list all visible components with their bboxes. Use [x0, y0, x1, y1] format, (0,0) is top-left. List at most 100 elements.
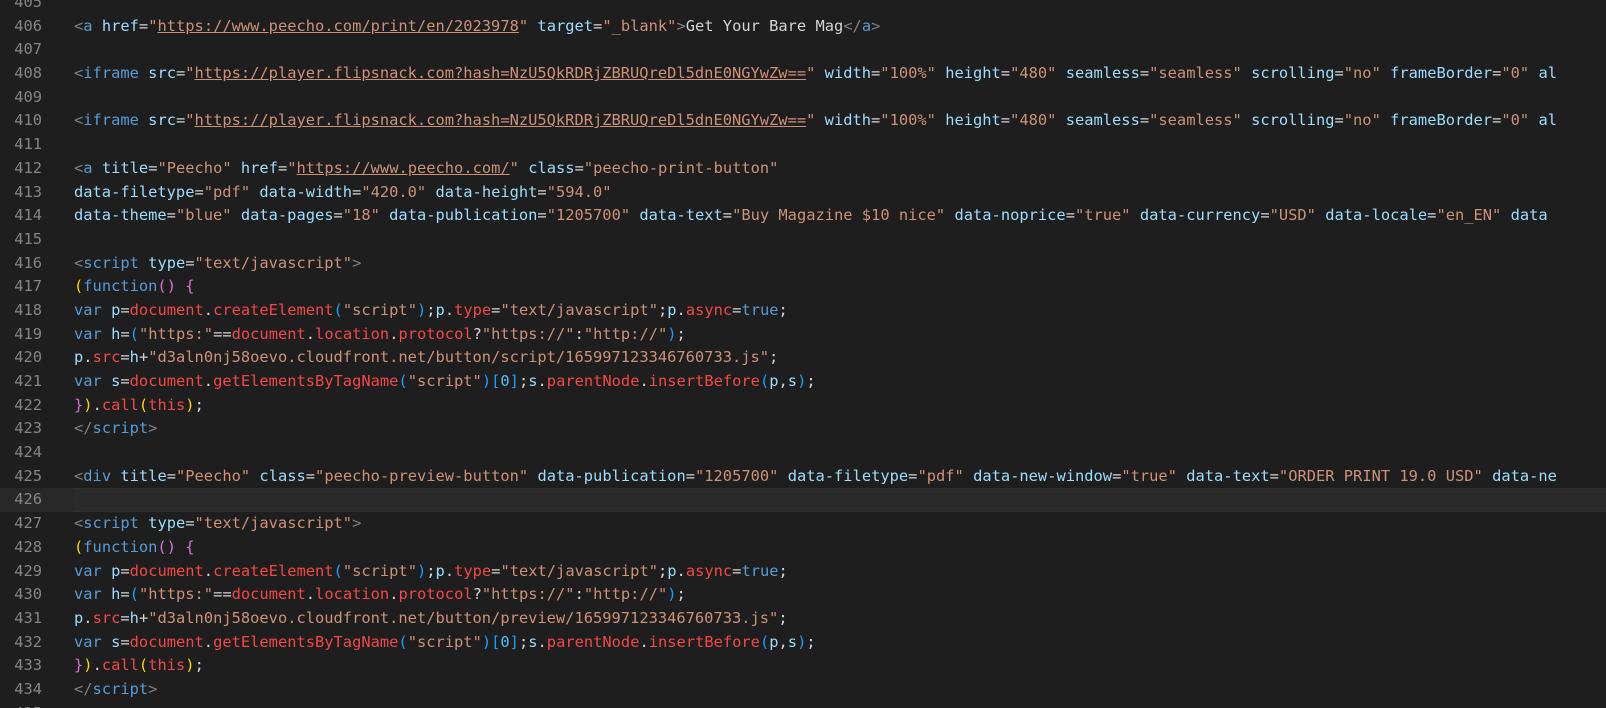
code-token: var: [74, 585, 102, 604]
code-text: }).call(this);: [74, 654, 204, 678]
code-token: parentNode: [546, 632, 640, 651]
code-line[interactable]: 406 <a href="https://www.peecho.com/print…: [0, 15, 1606, 39]
code-line[interactable]: 415: [0, 228, 1606, 252]
code-token: (: [398, 632, 408, 651]
code-line[interactable]: 412 <a title="Peecho" href="https://www.p…: [0, 157, 1606, 181]
code-token: "seamless": [1149, 64, 1242, 83]
code-token: "http://": [583, 324, 668, 343]
code-token: "0": [1501, 64, 1530, 83]
code-line[interactable]: 425 <div title="Peecho" class="peecho-pre…: [0, 465, 1606, 489]
code-text: <iframe src="https://player.flipsnack.co…: [74, 109, 1557, 133]
code-token: ;: [518, 372, 529, 390]
code-token: "true": [1121, 466, 1177, 485]
code-line[interactable]: 417 (function() {: [0, 275, 1606, 299]
code-line[interactable]: 434 </script>: [0, 678, 1606, 702]
code-token: "Peecho": [157, 158, 232, 177]
code-token: </: [843, 16, 862, 35]
code-token: document: [231, 324, 306, 343]
code-token: =: [120, 561, 130, 580]
code-token: data: [1510, 206, 1548, 225]
code-token: {: [185, 537, 195, 556]
code-token: ;: [778, 561, 788, 580]
code-token: .: [305, 324, 316, 343]
code-token: h: [129, 608, 139, 627]
code-line[interactable]: 423 </script>: [0, 417, 1606, 441]
code-token: data-filetype: [787, 466, 909, 485]
code-token: async: [685, 300, 733, 319]
code-line[interactable]: 431 p.src=h+"d3aln0nj58oevo.cloudfront.ne…: [0, 607, 1606, 631]
code-line[interactable]: 426: [0, 488, 1606, 513]
code-token: =: [352, 182, 362, 201]
code-token: ): [416, 300, 427, 319]
line-number: 418: [14, 300, 42, 319]
code-line[interactable]: 420 p.src=h+"d3aln0nj58oevo.cloudfront.ne…: [0, 346, 1606, 370]
line-number: 405: [14, 0, 42, 11]
code-token: =: [1260, 206, 1270, 225]
code-token: title: [101, 158, 149, 177]
line-number: 428: [14, 537, 42, 556]
code-line[interactable]: 414 data-theme="blue" data-pages="18" dat…: [0, 204, 1606, 228]
code-token: a: [83, 158, 93, 177]
code-line[interactable]: 429 var p=document.createElement("script"…: [0, 560, 1606, 584]
code-token: ;: [769, 348, 779, 367]
code-line[interactable]: 407: [0, 38, 1606, 62]
code-token: :: [574, 585, 584, 604]
code-line[interactable]: 432 var s=document.getElementsByTagName("…: [0, 631, 1606, 655]
line-number: 406: [14, 16, 42, 35]
code-line[interactable]: 411: [0, 133, 1606, 157]
code-token: ): [797, 372, 807, 390]
code-text: (function() {: [74, 536, 195, 560]
code-token: .: [676, 561, 686, 580]
code-line[interactable]: 410 <iframe src="https://player.flipsnack…: [0, 109, 1606, 133]
code-line[interactable]: 422}).call(this);: [0, 394, 1606, 418]
code-token: =: [722, 206, 733, 225]
line-number: 427: [14, 514, 42, 533]
code-line[interactable]: 424: [0, 441, 1606, 465]
code-token: script: [83, 253, 139, 272]
code-token: "text/javascript": [500, 561, 658, 580]
code-line[interactable]: 435: [0, 702, 1606, 708]
code-token: ): [416, 561, 427, 580]
line-number: 420: [14, 348, 42, 367]
code-line[interactable]: 408 <iframe src="https://player.flipsnack…: [0, 62, 1606, 86]
code-line[interactable]: 433}).call(this);: [0, 654, 1606, 678]
code-token: getElementsByTagName: [213, 372, 399, 390]
code-token: createElement: [213, 561, 334, 580]
code-token: script: [92, 419, 149, 438]
code-token: "peecho-preview-button": [315, 466, 529, 485]
code-token: .: [203, 632, 214, 651]
code-token: call: [101, 656, 139, 675]
code-line[interactable]: 416 <script type="text/javascript">: [0, 252, 1606, 276]
code-line[interactable]: 421 var s=document.getElementsByTagName("…: [0, 370, 1606, 394]
code-line[interactable]: 419 var h=("https:"==document.location.pr…: [0, 323, 1606, 347]
code-token: <: [74, 158, 84, 177]
code-token: >: [871, 16, 881, 35]
code-line[interactable]: 413 data-filetype="pdf" data-width="420.0…: [0, 181, 1606, 205]
code-editor[interactable]: 405 406 <a href="https://www.peecho.com/pr…: [0, 0, 1606, 708]
code-line[interactable]: 409: [0, 86, 1606, 110]
line-number: 411: [14, 135, 42, 154]
code-token: "text/javascript": [194, 514, 353, 533]
code-token: data-new-window: [973, 466, 1113, 485]
code-token: "https://": [481, 324, 575, 343]
code-token: :: [574, 324, 584, 343]
code-line[interactable]: 418 var p=document.createElement("script"…: [0, 299, 1606, 323]
code-line[interactable]: 428 (function() {: [0, 536, 1606, 560]
code-text: <iframe src="https://player.flipsnack.co…: [74, 62, 1557, 86]
code-token: h: [111, 324, 121, 343]
code-line[interactable]: 405: [0, 0, 1606, 15]
editor-lines[interactable]: 405 406 <a href="https://www.peecho.com/pr…: [0, 0, 1606, 708]
code-token: ,: [778, 372, 788, 390]
code-line[interactable]: 430 var h=("https:"==document.location.pr…: [0, 583, 1606, 607]
code-line[interactable]: 427 <script type="text/javascript">: [0, 512, 1606, 536]
code-token: ?: [472, 324, 482, 343]
